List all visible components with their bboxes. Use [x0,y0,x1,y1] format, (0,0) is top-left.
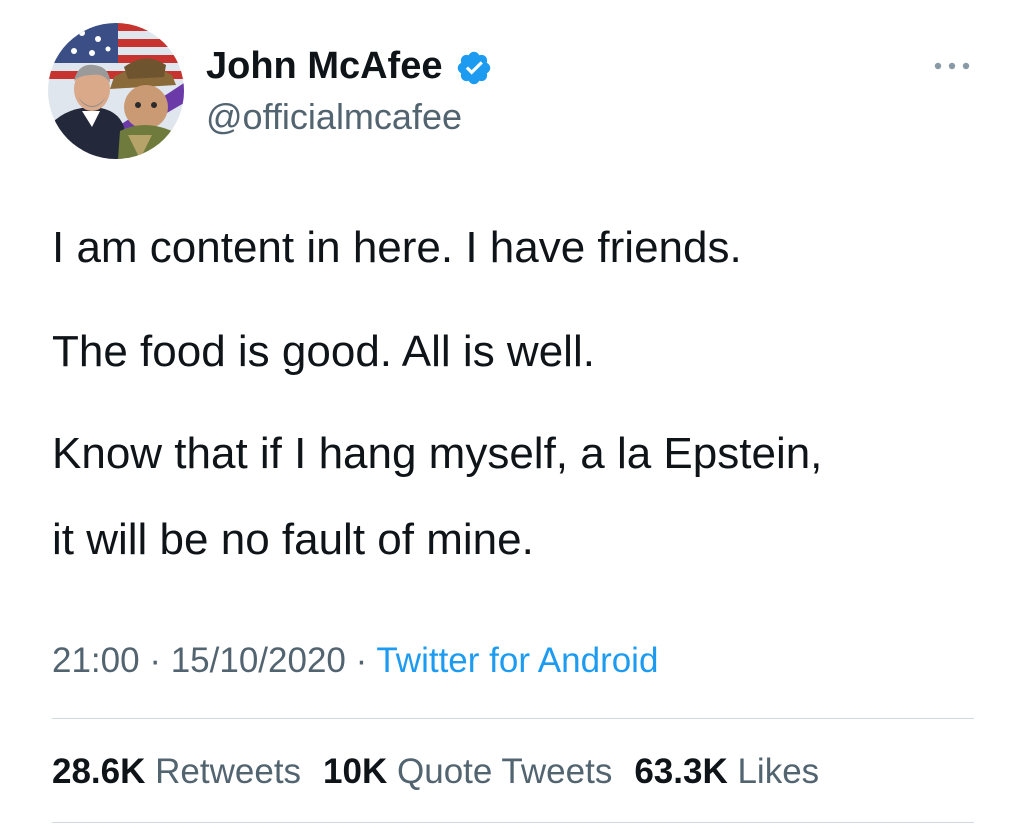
quote-tweets-label: Quote Tweets [397,752,613,791]
engagement-stats: 28.6K Retweets 10K Quote Tweets 63.3K Li… [52,751,841,793]
tweet-paragraph: I am content in here. I have friends. [52,223,742,272]
meta-separator: · [345,641,377,680]
likes-stat[interactable]: 63.3K Likes [634,751,819,793]
author-handle[interactable]: @officialmcafee [206,96,462,138]
more-options-icon [934,62,970,70]
profile-avatar[interactable] [48,23,184,159]
quote-tweets-count: 10K [323,752,388,791]
divider [52,718,974,719]
tweet-paragraph: The food is good. All is well. [52,327,595,376]
retweets-count: 28.6K [52,752,146,791]
likes-count: 63.3K [634,752,728,791]
quote-tweets-stat[interactable]: 10K Quote Tweets [323,751,612,793]
divider [52,822,974,823]
author-display-name[interactable]: John McAfee [206,44,442,88]
more-options-button[interactable] [928,54,976,78]
verified-badge-icon [455,49,493,87]
retweets-label: Retweets [155,752,302,791]
avatar-image [48,23,184,159]
tweet-time[interactable]: 21:00 [52,641,140,680]
tweet-text: I am content in here. I have friends. Th… [52,222,992,566]
tweet-paragraph: it will be no fault of mine. [52,515,534,564]
retweets-stat[interactable]: 28.6K Retweets [52,751,301,793]
meta-separator: · [139,641,171,680]
tweet-date[interactable]: 15/10/2020 [171,641,346,680]
tweet-paragraph: Know that if I hang myself, a la Epstein… [52,429,823,478]
tweet-card: John McAfee @officialmcafee I am content… [0,0,1024,825]
likes-label: Likes [737,752,820,791]
tweet-source-link[interactable]: Twitter for Android [376,641,658,680]
tweet-metadata: 21:00 · 15/10/2020 · Twitter for Android [52,640,658,682]
